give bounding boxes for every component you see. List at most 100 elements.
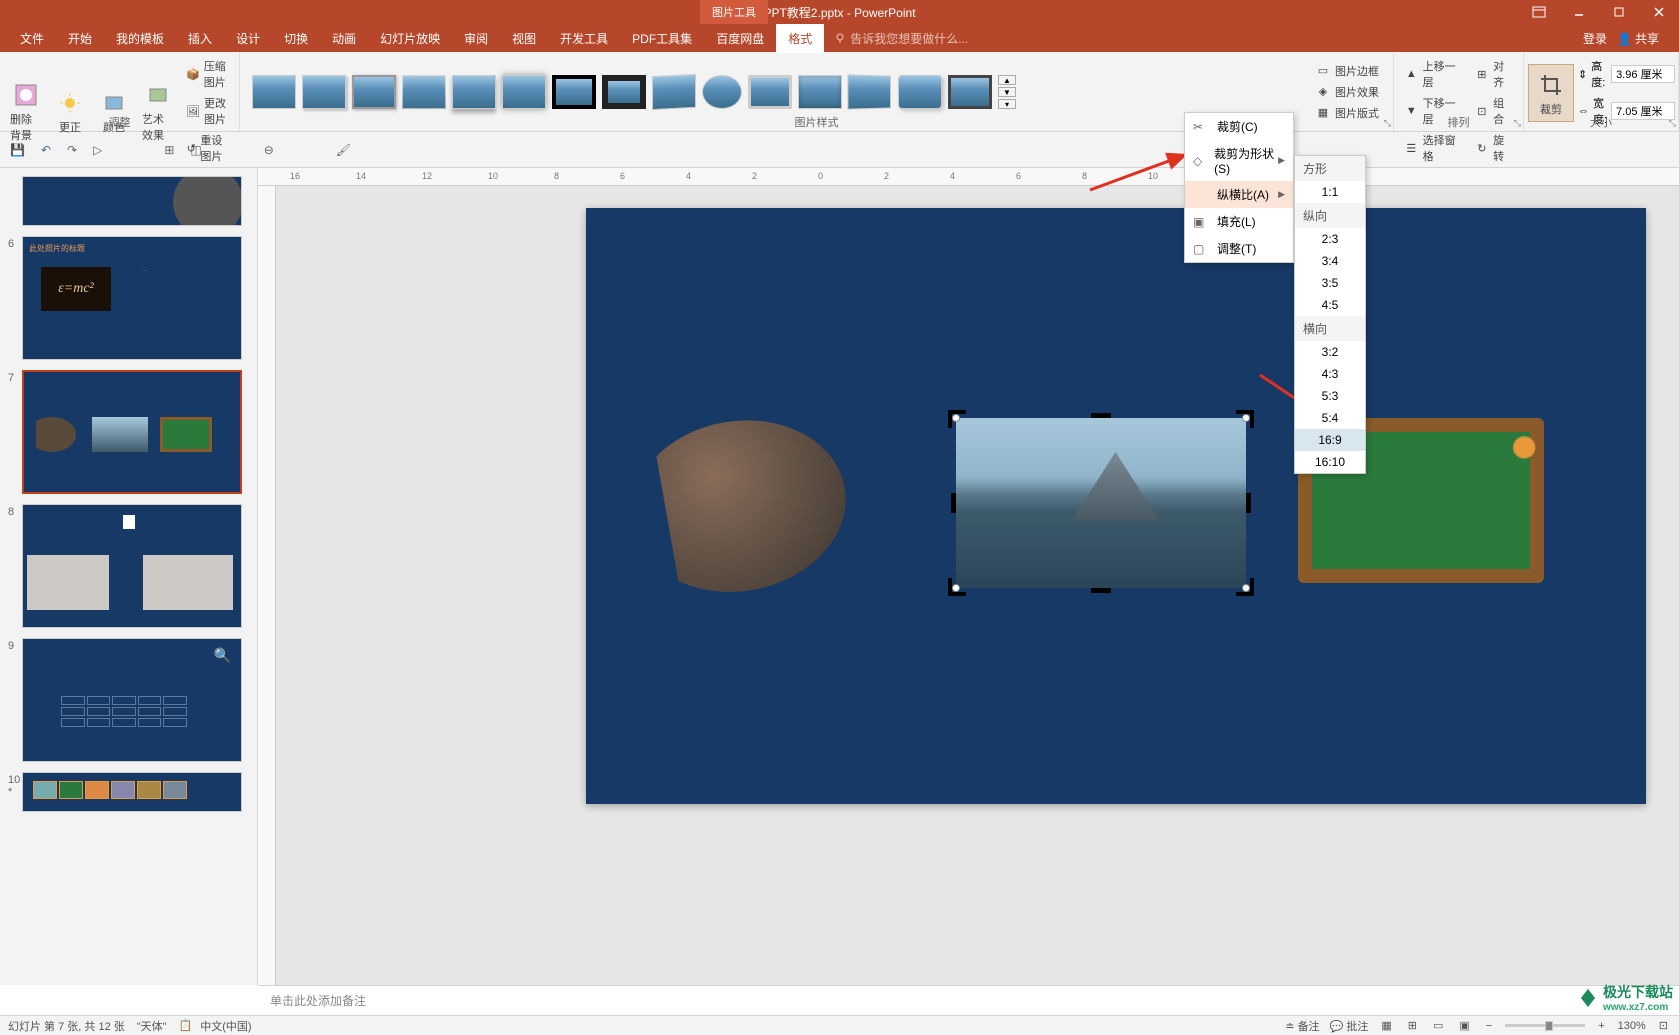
- login-button[interactable]: 登录: [1583, 30, 1607, 47]
- slide-thumbnail-panel[interactable]: 6 此处照片的标题 ε=mc² ... 7 8 9 🔍 10*: [0, 168, 258, 985]
- zoom-out-icon[interactable]: ⊖: [264, 143, 274, 157]
- slide-thumbnail-10[interactable]: [22, 772, 242, 812]
- picture-style-12[interactable]: [798, 75, 842, 109]
- picture-style-14[interactable]: [898, 75, 942, 109]
- reading-view-icon[interactable]: ▭: [1430, 1019, 1446, 1032]
- tab-animation[interactable]: 动画: [320, 24, 368, 53]
- zoom-in-button[interactable]: +: [1595, 1020, 1607, 1032]
- ratio-3-5[interactable]: 3:5: [1295, 272, 1365, 294]
- maximize-icon[interactable]: [1599, 0, 1639, 24]
- picture-style-8[interactable]: [602, 75, 646, 109]
- language-indicator[interactable]: 中文(中国): [200, 1018, 251, 1034]
- picture-style-5[interactable]: [452, 75, 496, 109]
- ribbon-display-options-icon[interactable]: [1519, 0, 1559, 24]
- tab-format[interactable]: 格式: [776, 24, 824, 53]
- fit-to-window-icon[interactable]: ⊡: [1656, 1019, 1671, 1032]
- format-painter-icon[interactable]: 🖌: [336, 143, 351, 157]
- vertical-ruler[interactable]: [258, 186, 276, 985]
- dialog-launcher-arrange[interactable]: ⤡: [1514, 118, 1521, 129]
- slide-thumbnail-7[interactable]: [22, 370, 242, 494]
- menu-item-fit[interactable]: ▢调整(T): [1185, 235, 1293, 262]
- ratio-4-3[interactable]: 4:3: [1295, 363, 1365, 385]
- slide-image-mountain-selected[interactable]: [956, 418, 1246, 588]
- tab-my-templates[interactable]: 我的模板: [104, 24, 176, 53]
- zoom-out-button[interactable]: −: [1483, 1020, 1495, 1032]
- menu-item-fill[interactable]: ▣填充(L): [1185, 208, 1293, 235]
- tab-review[interactable]: 审阅: [452, 24, 500, 53]
- contextual-tab-picture-tools[interactable]: 图片工具: [700, 0, 768, 24]
- reset-picture-button[interactable]: ↺重设图片: [182, 130, 233, 166]
- share-button[interactable]: 👤共享: [1617, 30, 1659, 47]
- ratio-2-3[interactable]: 2:3: [1295, 228, 1365, 250]
- remove-background-button[interactable]: 删除背景: [4, 75, 48, 147]
- crop-handle-r[interactable]: [1246, 493, 1251, 513]
- zoom-level[interactable]: 130%: [1618, 1020, 1646, 1032]
- corrections-button[interactable]: 更正: [48, 83, 92, 139]
- gallery-more[interactable]: ▲▼▾: [998, 75, 1016, 109]
- selection-handle[interactable]: [952, 414, 960, 422]
- crop-handle-b[interactable]: [1091, 588, 1111, 593]
- tab-file[interactable]: 文件: [8, 24, 56, 53]
- picture-style-11[interactable]: [748, 75, 792, 109]
- selection-handle[interactable]: [952, 584, 960, 592]
- selection-handle[interactable]: [1242, 584, 1250, 592]
- tab-design[interactable]: 设计: [224, 24, 272, 53]
- tab-transition[interactable]: 切换: [272, 24, 320, 53]
- slide-thumbnail-5[interactable]: [22, 176, 242, 226]
- compress-pictures-button[interactable]: 📦压缩图片: [182, 56, 233, 92]
- menu-item-crop-to-shape[interactable]: ◇裁剪为形状(S)▶: [1185, 140, 1293, 181]
- crop-handle-l[interactable]: [951, 493, 956, 513]
- dialog-launcher-styles[interactable]: ⤡: [1384, 118, 1391, 129]
- zoom-slider[interactable]: [1505, 1024, 1585, 1027]
- tab-slideshow[interactable]: 幻灯片放映: [368, 24, 452, 53]
- selection-pane-button[interactable]: ☰选择窗格: [1400, 130, 1467, 166]
- tab-home[interactable]: 开始: [56, 24, 104, 53]
- slide-thumbnail-9[interactable]: 🔍: [22, 638, 242, 762]
- ratio-3-4[interactable]: 3:4: [1295, 250, 1365, 272]
- picture-effects-button[interactable]: ◈图片效果: [1311, 82, 1387, 102]
- ratio-16-10[interactable]: 16:10: [1295, 451, 1365, 473]
- crop-button[interactable]: 裁剪: [1528, 64, 1574, 122]
- close-icon[interactable]: [1639, 0, 1679, 24]
- picture-style-9[interactable]: [652, 73, 696, 109]
- slide-editor[interactable]: 1614121086420246810121416: [258, 168, 1679, 985]
- ratio-16-9[interactable]: 16:9: [1295, 429, 1365, 451]
- picture-style-10[interactable]: [702, 75, 742, 109]
- selection-handle[interactable]: [1242, 414, 1250, 422]
- picture-style-6[interactable]: [502, 75, 546, 109]
- artistic-effects-button[interactable]: 艺术效果: [136, 75, 180, 147]
- slideshow-view-icon[interactable]: ▣: [1456, 1019, 1472, 1032]
- tab-developer[interactable]: 开发工具: [548, 24, 620, 53]
- tab-baidu-netdisk[interactable]: 百度网盘: [704, 24, 776, 53]
- comments-toggle[interactable]: 💬 批注: [1330, 1018, 1369, 1034]
- horizontal-ruler[interactable]: 1614121086420246810121416: [258, 168, 1679, 186]
- notes-pane[interactable]: 单击此处添加备注: [258, 985, 1679, 1015]
- ratio-1-1[interactable]: 1:1: [1295, 181, 1365, 203]
- dialog-launcher-size[interactable]: ⤡: [1669, 118, 1676, 129]
- bring-forward-button[interactable]: ▲上移一层: [1400, 56, 1467, 92]
- crop-handle-t[interactable]: [1091, 413, 1111, 418]
- align-button[interactable]: ⊞对齐: [1471, 56, 1517, 92]
- ratio-5-4[interactable]: 5:4: [1295, 407, 1365, 429]
- picture-style-13[interactable]: [847, 74, 891, 109]
- slide-image-cityscape[interactable]: [653, 404, 860, 603]
- ratio-5-3[interactable]: 5:3: [1295, 385, 1365, 407]
- tab-insert[interactable]: 插入: [176, 24, 224, 53]
- tab-view[interactable]: 视图: [500, 24, 548, 53]
- height-input[interactable]: [1611, 65, 1675, 83]
- notes-toggle[interactable]: ≐ 备注: [1285, 1018, 1319, 1034]
- picture-style-15[interactable]: [948, 75, 992, 109]
- normal-view-icon[interactable]: ▦: [1378, 1019, 1394, 1032]
- picture-style-4[interactable]: [402, 75, 447, 109]
- tab-pdf-tools[interactable]: PDF工具集: [620, 24, 704, 53]
- slide-canvas[interactable]: [586, 208, 1646, 804]
- tell-me-search[interactable]: 告诉我您想要做什么...: [834, 30, 968, 47]
- picture-border-button[interactable]: ▭图片边框: [1311, 61, 1387, 81]
- menu-item-aspect-ratio[interactable]: 纵横比(A)▶: [1185, 181, 1293, 208]
- color-button[interactable]: 颜色: [92, 83, 136, 139]
- slide-sorter-view-icon[interactable]: ⊞: [1405, 1019, 1420, 1032]
- picture-style-7[interactable]: [552, 75, 596, 109]
- slide-thumbnail-6[interactable]: 此处照片的标题 ε=mc² ...: [22, 236, 242, 360]
- rotate-button[interactable]: ↻旋转: [1471, 130, 1517, 166]
- picture-style-2[interactable]: [302, 75, 346, 109]
